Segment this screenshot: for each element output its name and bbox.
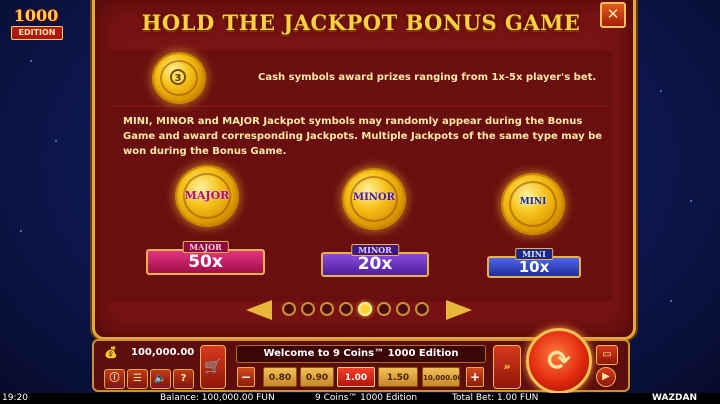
mini-coin-icon: MINI <box>503 175 563 233</box>
prev-page-arrow-icon[interactable] <box>246 300 272 320</box>
page-dot[interactable] <box>339 302 353 316</box>
minor-coin-label: MINOR <box>353 192 395 203</box>
major-coin-icon: MAJOR <box>177 167 237 225</box>
page-dot[interactable] <box>301 302 315 316</box>
help-button[interactable]: ? <box>173 369 194 389</box>
stake-option[interactable]: 0.90 <box>300 367 334 387</box>
cart-icon: 🛒 <box>204 359 222 375</box>
mini-jackpot-plaque: MINI 10x <box>487 248 581 278</box>
stake-option[interactable]: 1.50 <box>378 367 418 387</box>
page-dot[interactable] <box>358 302 372 316</box>
game-logo: 1000 EDITION <box>4 6 68 40</box>
page-dot[interactable] <box>282 302 296 316</box>
minor-jackpot-plaque: MINOR 20x <box>321 244 429 277</box>
status-balance: Balance: 100,000.00 FUN <box>160 393 275 403</box>
mini-value: 10x <box>518 258 550 276</box>
major-caption: MAJOR <box>182 241 229 253</box>
star <box>20 230 22 232</box>
star <box>30 60 32 62</box>
stake-option[interactable]: 10,000.00 <box>422 367 462 387</box>
buy-feature-cart-button[interactable]: 🛒 <box>200 345 226 389</box>
clock: 19:20 <box>2 393 28 403</box>
bet-minus-button[interactable]: − <box>237 367 255 387</box>
turbo-button[interactable]: » <box>493 345 521 389</box>
cash-coin-badge: 3 <box>170 69 186 85</box>
logo-edition: EDITION <box>11 26 63 40</box>
stake-option[interactable]: 0.80 <box>263 367 297 387</box>
mini-coin-label: MINI <box>519 197 547 207</box>
major-value: 50x <box>188 252 223 272</box>
jackpot-description: MINI, MINOR and MAJOR Jackpot symbols ma… <box>123 116 603 157</box>
star <box>690 200 692 202</box>
welcome-message: Welcome to 9 Coins™ 1000 Edition <box>236 345 486 363</box>
minor-coin-icon: MINOR <box>344 170 404 228</box>
status-game-name: 9 Coins™ 1000 Edition <box>315 393 418 403</box>
sound-button[interactable]: 🔈 <box>150 369 171 389</box>
info-button[interactable]: ⓘ <box>104 369 125 389</box>
minor-caption: MINOR <box>351 244 399 256</box>
menu-button[interactable]: ☰ <box>127 369 148 389</box>
logo-number: 1000 <box>13 6 59 25</box>
autoplay-button[interactable]: ▭ <box>596 345 618 365</box>
page-dot[interactable] <box>377 302 391 316</box>
major-coin-label: MAJOR <box>184 189 230 202</box>
mini-caption: MINI <box>515 248 553 260</box>
stake-option[interactable]: 1.00 <box>337 367 375 387</box>
next-page-arrow-icon[interactable] <box>446 300 472 320</box>
play-icon[interactable]: ▶ <box>596 367 616 387</box>
bet-plus-button[interactable]: + <box>466 367 484 387</box>
money-bag-icon: 💰 <box>104 346 118 359</box>
cash-coin-icon: 3 <box>154 54 204 102</box>
balance-value: 100,000.00 <box>131 347 195 358</box>
star <box>660 90 662 92</box>
star <box>670 300 672 302</box>
page-dot[interactable] <box>320 302 334 316</box>
spin-button[interactable]: ⟳ <box>526 328 592 394</box>
star <box>55 140 57 142</box>
close-button[interactable]: ✕ <box>600 2 626 28</box>
minor-value: 20x <box>357 254 393 274</box>
brand-logo: WAZDAN <box>652 393 697 403</box>
major-jackpot-plaque: MAJOR 50x <box>146 241 265 275</box>
status-total-bet: Total Bet: 1.00 FUN <box>452 393 539 403</box>
cash-description: Cash symbols award prizes ranging from 1… <box>258 72 597 83</box>
page-dot[interactable] <box>415 302 429 316</box>
page-title: HOLD THE JACKPOT BONUS GAME <box>141 10 581 35</box>
page-dot[interactable] <box>396 302 410 316</box>
